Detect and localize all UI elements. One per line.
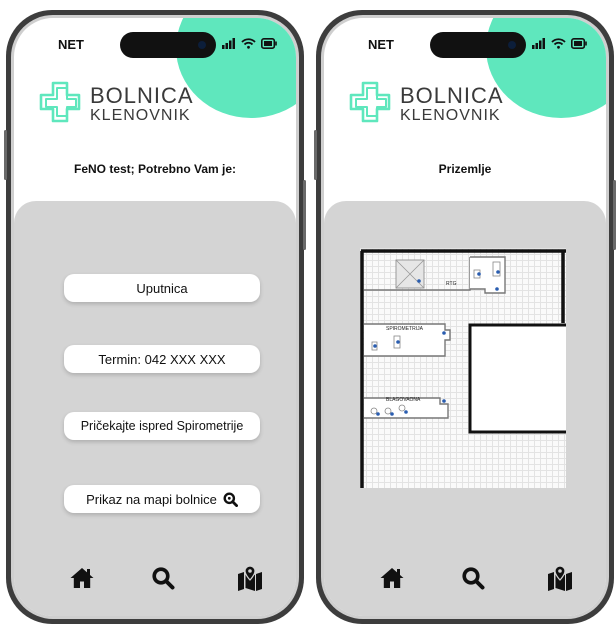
button-label: Termin: 042 XXX XXX [98,351,226,367]
map-label-spirometrija: SPIROMETRIJA [386,326,423,332]
signal-icon [222,36,236,54]
referral-button[interactable]: Uputnica [64,274,260,302]
content-panel: Uputnica Termin: 042 XXX XXX Pričekajte … [14,201,296,616]
show-on-map-button[interactable]: Prikaz na mapi bolnice [64,485,260,513]
bottom-nav [14,564,296,594]
bottom-nav [324,564,606,594]
map-label-blagovaona: BLAGOVAONA [386,397,421,403]
status-bar: NET [14,30,296,58]
wifi-icon [551,36,566,54]
floor-map[interactable]: RTG SPIROMETRIJA BLAGOVAONA [360,248,566,488]
map-location-icon[interactable] [236,564,264,592]
button-label: Prikaz na mapi bolnice [86,491,217,507]
page-title: Prizemlje [438,162,492,176]
brand-logo: BOLNICA KLENOVNIK [348,80,504,129]
home-icon[interactable] [68,564,96,592]
medical-cross-icon [38,80,82,129]
medical-cross-icon [348,80,392,129]
phone-left: NET BOLNICA KLENOVNIK FeNO test; Potrebn… [4,10,306,624]
wifi-icon [241,36,256,54]
map-location-icon[interactable] [546,564,574,592]
wait-instruction-button[interactable]: Pričekajte ispred Spirometrije [64,412,260,440]
dynamic-island [430,32,526,58]
phone-right: NET BOLNICA KLENOVNIK Prizemlje RTG SPIR… [314,10,616,624]
dynamic-island [120,32,216,58]
carrier-label: NET [368,37,394,52]
map-label-rtg: RTG [446,281,457,287]
floor-plan-drawing [360,249,566,488]
status-bar: NET [324,30,606,58]
brand-subname: KLENOVNIK [400,107,501,124]
content-panel: RTG SPIROMETRIJA BLAGOVAONA [324,201,606,616]
appointment-button[interactable]: Termin: 042 XXX XXX [64,345,260,373]
brand-name: BOLNICA [400,83,504,108]
brand-subname: KLENOVNIK [90,107,191,124]
search-icon [223,492,238,507]
home-icon[interactable] [378,564,406,592]
screen-right: NET BOLNICA KLENOVNIK Prizemlje RTG SPIR… [324,18,606,616]
signal-icon [532,36,546,54]
search-icon[interactable] [459,564,487,592]
page-title: FeNO test; Potrebno Vam je: [73,162,237,176]
brand-logo: BOLNICA KLENOVNIK [38,80,194,129]
carrier-label: NET [58,37,84,52]
brand-name: BOLNICA [90,83,194,108]
battery-icon [571,36,587,54]
button-label: Pričekajte ispred Spirometrije [80,419,244,433]
stage: NET BOLNICA KLENOVNIK FeNO test; Potrebn… [0,0,616,628]
screen-left: NET BOLNICA KLENOVNIK FeNO test; Potrebn… [14,18,296,616]
search-icon[interactable] [149,564,177,592]
battery-icon [261,36,277,54]
button-label: Uputnica [136,280,188,296]
